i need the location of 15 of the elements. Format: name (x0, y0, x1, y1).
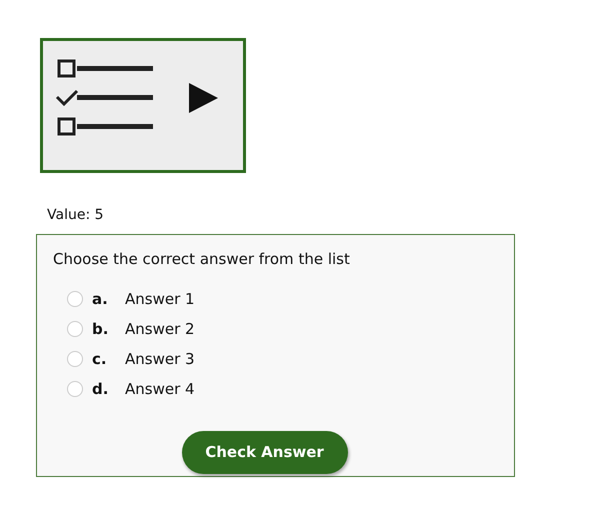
question-prompt: Choose the correct answer from the list (53, 249, 350, 270)
option-label: Answer 2 (125, 318, 195, 340)
radio-button[interactable] (67, 351, 83, 367)
option-letter: c. (92, 348, 108, 370)
radio-button[interactable] (67, 381, 83, 397)
option-label: Answer 4 (125, 378, 195, 400)
value-label: Value: 5 (47, 206, 104, 225)
radio-button[interactable] (67, 321, 83, 337)
option-label: Answer 1 (125, 288, 195, 310)
radio-button[interactable] (67, 291, 83, 307)
option-letter: a. (92, 288, 109, 310)
option-letter: b. (92, 318, 110, 340)
option-label: Answer 3 (125, 348, 195, 370)
check-answer-button[interactable]: Check Answer (182, 431, 348, 474)
option-letter: d. (92, 378, 110, 400)
